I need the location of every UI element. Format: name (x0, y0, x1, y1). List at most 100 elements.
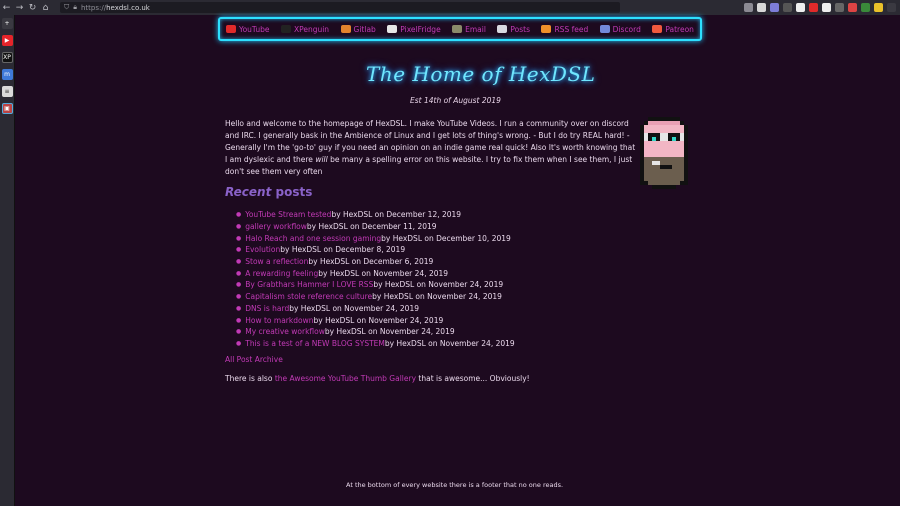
bullet-icon: ● (236, 281, 242, 289)
extension-icon[interactable] (848, 3, 857, 12)
sidebar-add-icon[interactable]: + (1, 18, 13, 29)
post-title-link[interactable]: Capitalism stole reference culture (245, 292, 372, 301)
address-bar[interactable]: ⛉ 🔒︎ https:// hexdsl.co.uk (60, 2, 620, 13)
post-list-item: ● Halo Reach and one session gaming by He… (236, 232, 515, 244)
shield-icon: ⛉ (64, 3, 70, 11)
nav-link-label: Email (465, 24, 486, 34)
post-title-link[interactable]: Halo Reach and one session gaming (245, 234, 381, 243)
post-meta: by HexDSL on November 24, 2019 (289, 303, 419, 313)
post-meta: by HexDSL on November 24, 2019 (313, 315, 444, 325)
avatar-image (640, 117, 688, 189)
site-title: The Home of HexDSL (366, 62, 596, 86)
nav-link-rss-feed[interactable]: RSS feed (541, 25, 588, 34)
nav-link-label: PixelFridge (400, 24, 441, 34)
patreon-icon (652, 25, 663, 33)
site-nav: YouTube XPenguin Gitlab PixelFridge Email Pos… (218, 17, 702, 41)
nav-link-label: Posts (510, 24, 531, 34)
email-icon (452, 25, 463, 33)
post-meta: by HexDSL on December 10, 2019 (381, 233, 511, 243)
post-title-link[interactable]: gallery workflow (245, 222, 307, 231)
post-list-item: ● A rewarding feeling by HexDSL on Novemb… (236, 267, 515, 279)
intro-text: Hello and welcome to the homepage of Hex… (225, 118, 637, 178)
post-meta: by HexDSL on November 24, 2019 (318, 268, 449, 278)
menu-icon[interactable] (887, 3, 896, 12)
bullet-icon: ● (236, 246, 242, 254)
nav-link-label: RSS feed (554, 24, 589, 34)
post-title-link[interactable]: Evolution (245, 245, 280, 254)
back-icon[interactable]: ← (0, 1, 13, 14)
gallery-note-prefix: There is also (225, 374, 275, 383)
nav-link-email[interactable]: Email (452, 25, 486, 34)
extension-icon[interactable] (770, 3, 779, 12)
nav-link-xpenguin[interactable]: XPenguin (280, 25, 329, 34)
footer-text: At the bottom of every website there is … (346, 481, 564, 489)
nav-link-label: YouTube (239, 24, 270, 34)
nav-link-posts[interactable]: Posts (497, 25, 530, 34)
bullet-icon: ● (236, 211, 242, 219)
sidebar-youtube-icon[interactable]: ▶ (1, 35, 13, 46)
url-host: hexdsl.co.uk (106, 3, 150, 12)
post-title-link[interactable]: Stow a reflection (245, 257, 308, 266)
post-title-link[interactable]: This is a test of a NEW BLOG SYSTEM (245, 339, 385, 348)
bullet-icon: ● (236, 293, 242, 301)
url-scheme: https:// (80, 3, 107, 12)
extension-icon[interactable] (796, 3, 805, 12)
bullet-icon: ● (236, 223, 242, 231)
nav-link-youtube[interactable]: YouTube (226, 25, 270, 34)
pixelfridge-icon (387, 25, 398, 33)
nav-link-gitlab[interactable]: Gitlab (340, 24, 376, 34)
browser-toolbar: ← → ↻ ⌂ ⛉ 🔒︎ https:// hexdsl.co.uk (0, 0, 900, 15)
post-list-item: ● Stow a reflection by HexDSL on December… (236, 256, 515, 268)
recent-posts-list: ● YouTube Stream tested by HexDSL on Dece… (236, 209, 515, 349)
post-title-link[interactable]: How to markdown (245, 316, 313, 325)
extension-icon[interactable] (835, 3, 844, 12)
post-meta: by HexDSL on November 24, 2019 (373, 280, 504, 290)
nav-link-label: Discord (612, 24, 641, 34)
post-list-item: ● Capitalism stole reference culture by H… (236, 291, 515, 303)
extension-icon[interactable] (861, 3, 870, 12)
gitlab-icon (340, 25, 351, 33)
thumb-gallery-link[interactable]: the Awesome YouTube Thumb Gallery (275, 374, 416, 383)
sidebar-mastodon-icon[interactable]: m (1, 69, 13, 80)
recent-posts-heading: Recent posts (225, 185, 312, 199)
bullet-icon: ● (236, 269, 242, 277)
sidebar-gallery-icon[interactable]: ▣ (1, 103, 13, 114)
extension-icon[interactable] (757, 3, 766, 12)
post-title-link[interactable]: YouTube Stream tested (245, 210, 331, 219)
extension-icon[interactable] (744, 3, 753, 12)
post-meta: by HexDSL on November 24, 2019 (324, 327, 455, 337)
post-meta: by HexDSL on November 24, 2019 (372, 292, 502, 302)
forward-icon[interactable]: → (13, 1, 26, 14)
extension-icon[interactable] (874, 3, 883, 12)
extension-icon[interactable] (809, 3, 818, 12)
browser-sidebar: + ▶ XP m ≡ ▣ (0, 15, 15, 506)
posts-word: posts (271, 185, 313, 199)
bullet-icon: ● (236, 328, 242, 336)
sidebar-xpenguin-icon[interactable]: XP (1, 52, 13, 63)
post-list-item: ● YouTube Stream tested by HexDSL on Dece… (236, 209, 515, 221)
post-title-link[interactable]: My creative workflow (245, 327, 325, 336)
posts-icon (497, 25, 508, 33)
extension-strip (744, 3, 900, 12)
nav-link-patreon[interactable]: Patreon (652, 25, 694, 34)
extension-icon[interactable] (822, 3, 831, 12)
extension-icon[interactable] (783, 3, 792, 12)
home-icon[interactable]: ⌂ (39, 1, 52, 14)
post-title-link[interactable]: DNS is hard (245, 304, 289, 313)
bullet-icon: ● (236, 234, 242, 242)
nav-link-label: Gitlab (353, 24, 376, 34)
nav-link-discord[interactable]: Discord (599, 24, 641, 34)
post-title-link[interactable]: By Grabthars Hammer I LOVE RSS (245, 280, 373, 289)
post-meta: by HexDSL on December 6, 2019 (308, 257, 434, 267)
bullet-icon: ● (236, 316, 242, 324)
post-meta: by HexDSL on December 8, 2019 (280, 245, 406, 255)
post-title-link[interactable]: A rewarding feeling (245, 269, 318, 278)
all-post-archive-link[interactable]: All Post Archive (225, 355, 283, 364)
nav-link-pixelfridge[interactable]: PixelFridge (387, 24, 441, 34)
post-list-item: ● gallery workflow by HexDSL on December … (236, 221, 515, 233)
lock-icon: 🔒︎ (73, 3, 77, 11)
reload-icon[interactable]: ↻ (26, 1, 39, 14)
sidebar-document-icon[interactable]: ≡ (1, 86, 13, 97)
post-meta: by HexDSL on November 24, 2019 (384, 338, 515, 348)
post-list-item: ● DNS is hard by HexDSL on November 24, 2… (236, 303, 515, 315)
